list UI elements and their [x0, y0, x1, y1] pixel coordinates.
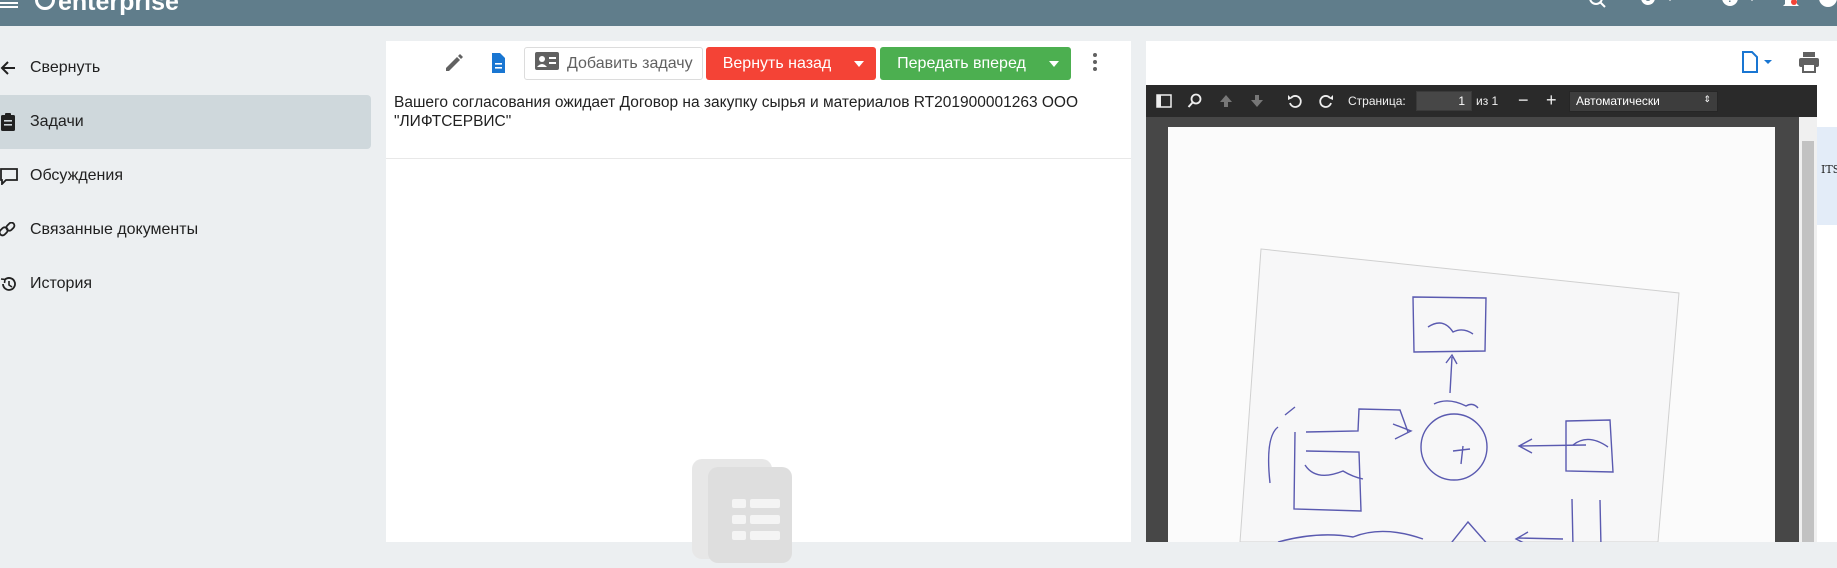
document-icon[interactable]: [486, 51, 510, 75]
task-panel: Добавить задачу Вернуть назад Передать в…: [386, 41, 1131, 563]
zoom-out-icon[interactable]: −: [1518, 90, 1529, 111]
page-label: Страница:: [1348, 94, 1406, 108]
file-type-icon[interactable]: [1741, 51, 1775, 78]
logo-icon: [35, 0, 55, 10]
side-document-preview[interactable]: ITSc: [1817, 127, 1837, 225]
sidebar-item-tasks[interactable]: Задачи: [0, 95, 371, 149]
svg-text:?: ?: [1727, 0, 1734, 5]
sidebar-item-label: Задачи: [30, 113, 84, 130]
sidebar-item-label: История: [30, 275, 93, 292]
document-viewer: Страница: 1 из 1 − + Автоматически ⇕ ITS: [1146, 41, 1837, 568]
viewer-toolbar: [1146, 41, 1837, 85]
print-icon[interactable]: [1798, 51, 1820, 78]
divider: [386, 158, 1131, 159]
sidebar-item-label: Связанные документы: [30, 221, 199, 238]
sidebar-item-related-documents[interactable]: Связанные документы: [0, 203, 371, 257]
page-up-icon[interactable]: [1218, 93, 1234, 112]
task-description: Вашего согласования ожидает Договор на з…: [394, 94, 1079, 130]
side-preview-text: ITSc: [1821, 163, 1837, 176]
sidebar-item-history[interactable]: История: [0, 257, 371, 311]
search-icon[interactable]: [1187, 93, 1203, 112]
search-icon[interactable]: [1588, 0, 1608, 12]
sidebar-item-discussions[interactable]: Обсуждения: [0, 149, 371, 203]
zoom-select[interactable]: Автоматически ⇕: [1569, 91, 1718, 112]
sidebar: Свернуть Задачи Обсуждения Связанные док…: [0, 26, 380, 542]
sidebar-item-label: Свернуть: [30, 59, 101, 76]
help-icon[interactable]: ?: [1720, 0, 1760, 12]
clipboard-icon: [0, 113, 30, 131]
page-down-icon[interactable]: [1249, 93, 1265, 112]
page-number-input[interactable]: 1: [1416, 91, 1472, 111]
link-icon: [0, 222, 30, 238]
zoom-value: Автоматически: [1576, 94, 1660, 108]
scrollbar-thumb[interactable]: [1802, 141, 1814, 542]
return-back-label: Вернуть назад: [722, 54, 832, 72]
return-back-button[interactable]: Вернуть назад: [706, 47, 876, 80]
pdf-page: [1168, 127, 1775, 568]
handwritten-sketch-image: [1239, 248, 1680, 568]
sidebar-toggle-icon[interactable]: [1156, 93, 1172, 112]
task-toolbar: Добавить задачу Вернуть назад Передать в…: [386, 41, 1131, 86]
notifications-icon[interactable]: [1782, 0, 1800, 12]
forward-dropdown-icon[interactable]: [1037, 47, 1071, 80]
arrow-left-icon: [0, 60, 30, 76]
top-app-bar: enterprise ?: [0, 0, 1837, 26]
pass-forward-button[interactable]: Передать вперед: [880, 47, 1071, 80]
account-icon[interactable]: [1818, 0, 1837, 12]
contact-card-icon: [535, 52, 559, 75]
more-options-icon[interactable]: [1092, 53, 1098, 73]
rotate-cw-icon[interactable]: [1318, 93, 1334, 112]
add-task-button[interactable]: Добавить задачу: [524, 47, 703, 80]
history-icon: [0, 276, 30, 292]
comment-icon: [0, 167, 30, 185]
rotate-ccw-icon[interactable]: [1287, 93, 1303, 112]
add-task-label: Добавить задачу: [567, 54, 693, 72]
empty-documents-icon: [686, 453, 796, 563]
pdf-toolbar: Страница: 1 из 1 − + Автоматически ⇕: [1146, 85, 1817, 117]
return-dropdown-icon[interactable]: [842, 47, 876, 80]
sidebar-item-label: Обсуждения: [30, 167, 123, 184]
vertical-scrollbar[interactable]: [1799, 117, 1817, 542]
sidebar-item-collapse[interactable]: Свернуть: [0, 41, 371, 95]
select-arrows-icon: ⇕: [1703, 94, 1711, 104]
brand-name: enterprise: [58, 0, 179, 16]
page-total: из 1: [1476, 94, 1499, 108]
menu-icon[interactable]: [0, 0, 20, 10]
settings-icon[interactable]: [1638, 0, 1678, 12]
edit-icon[interactable]: [442, 51, 466, 75]
pdf-viewer: Страница: 1 из 1 − + Автоматически ⇕: [1146, 85, 1817, 568]
zoom-in-icon[interactable]: +: [1546, 90, 1557, 111]
pass-forward-label: Передать вперед: [897, 54, 1026, 72]
